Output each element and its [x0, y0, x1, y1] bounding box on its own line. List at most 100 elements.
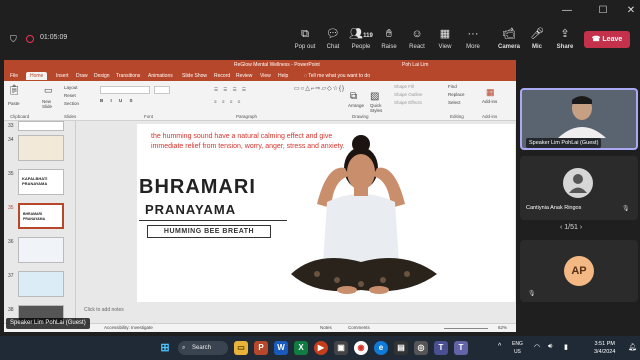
volume-icon[interactable]: 🔊︎ [548, 343, 552, 351]
slide-thumbnail[interactable] [18, 237, 64, 263]
arrange-icon[interactable]: ⧉ [350, 91, 357, 102]
maximize-icon[interactable]: ☐ [596, 4, 610, 18]
select-button[interactable]: Select [448, 100, 461, 105]
tab-help[interactable]: Help [278, 72, 288, 80]
find-button[interactable]: Find [448, 84, 457, 89]
tell-me-search[interactable]: ◌ Tell me what you want to do [304, 72, 370, 80]
store-icon[interactable]: ▤ [394, 341, 408, 355]
chat-icon: 💬︎ [326, 28, 340, 40]
tab-review[interactable]: Review [236, 72, 252, 80]
battery-icon[interactable]: ▮ [564, 343, 568, 351]
view-button[interactable]: ▦ View [430, 26, 460, 56]
close-icon[interactable]: ✕ [624, 4, 638, 18]
edge-icon[interactable]: e [374, 341, 388, 355]
slide-thumbnails-pane: 33 34 35 KAPALBHATI PRANAYAMA 35 BHRAMAR… [4, 121, 76, 323]
teams-meeting-icon[interactable]: T [454, 341, 468, 355]
slide-canvas[interactable]: the humming sound have a natural calming… [137, 124, 515, 302]
shape-outline-button[interactable]: Shape Outline [394, 92, 423, 97]
chat-button[interactable]: 💬︎ Chat [318, 26, 348, 56]
participant-tile-cantiynia[interactable]: Cantiynia Anak Ringos 🎙︎ [520, 156, 638, 220]
mic-button[interactable]: 🎤︎ Mic [522, 26, 552, 56]
paste-button[interactable]: Paste [8, 101, 20, 106]
camera-button[interactable]: 📹︎ Camera [494, 26, 524, 56]
tell-me-text: Tell me what you want to do [308, 73, 370, 79]
tab-view[interactable]: View [260, 72, 271, 80]
tab-draw[interactable]: Draw [76, 72, 88, 80]
slide-thumbnail-selected[interactable]: BHRAMARI PRANAYAMA [18, 203, 64, 229]
section-button[interactable]: Section [64, 101, 79, 106]
excel-taskbar-icon[interactable]: X [294, 341, 308, 355]
arrange-button[interactable]: Arrange [348, 103, 364, 108]
mic-muted-icon: 🎤︎ [530, 28, 544, 40]
slide-thumbnail[interactable] [18, 271, 64, 297]
teams-icon[interactable]: T [434, 341, 448, 355]
replace-button[interactable]: Replace [448, 92, 465, 97]
font-size-input[interactable] [154, 86, 170, 94]
participant-tile-speaker[interactable]: Speaker Lim PohLai (Guest) [520, 88, 638, 150]
tab-transitions[interactable]: Transitions [116, 72, 140, 80]
tab-animations[interactable]: Animations [148, 72, 173, 80]
tray-chevron-icon[interactable]: ^ [498, 343, 501, 350]
notifications-icon[interactable]: 🔔︎ [628, 343, 637, 351]
taskbar-search[interactable]: ⌕ Search [178, 341, 228, 355]
more-icon: ··· [467, 28, 479, 40]
language-indicator[interactable]: ENG US [512, 340, 523, 356]
tab-record[interactable]: Record [214, 72, 230, 80]
paste-icon[interactable]: 📋︎ [8, 85, 21, 96]
zoom-level[interactable]: 62% [498, 325, 507, 330]
new-slide-button[interactable]: New Slide [42, 99, 62, 109]
quick-styles-icon[interactable]: ▨ [370, 91, 379, 102]
camera-app-icon[interactable]: ◎ [414, 341, 428, 355]
taskbar-clock[interactable]: 3:51 PM 3/4/2024 [594, 340, 615, 356]
slide-thumbnail[interactable]: KAPALBHATI PRANAYAMA [18, 169, 64, 195]
wifi-icon[interactable]: ◠ [534, 343, 540, 351]
font-name-input[interactable] [100, 86, 150, 94]
react-icon: ☺ [411, 28, 423, 40]
tab-home[interactable]: Home [26, 72, 48, 80]
notes-button[interactable]: Notes [320, 325, 332, 330]
alignment-controls[interactable]: ≡ ≡ ≡ ≡ [214, 99, 242, 104]
shape-effects-button[interactable]: Shape Effects [394, 100, 422, 105]
quick-styles-button[interactable]: Quick Styles [370, 103, 388, 113]
new-slide-icon[interactable]: ▭ [44, 85, 53, 96]
minimize-icon[interactable]: — [560, 4, 574, 18]
tab-file[interactable]: File [10, 72, 18, 80]
add-ins-icon[interactable]: ▦ [486, 87, 495, 98]
zoom-slider[interactable] [444, 328, 488, 329]
chrome-icon[interactable]: ◉ [354, 341, 368, 355]
pager-next-icon[interactable]: › [578, 224, 582, 231]
reset-button[interactable]: Reset [64, 93, 76, 98]
windows-start-icon[interactable]: ⊞ [158, 341, 172, 355]
shape-fill-button[interactable]: Shape Fill [394, 84, 414, 89]
participant-tile-ap[interactable]: AP 🎙︎ [520, 240, 638, 302]
word-taskbar-icon[interactable]: W [274, 341, 288, 355]
layout-button[interactable]: Layout [64, 85, 78, 90]
view-label: View [438, 44, 452, 50]
slide-thumbnail[interactable] [18, 121, 64, 131]
slide-thumbnail[interactable] [18, 135, 64, 161]
react-label: React [409, 44, 425, 50]
raise-hand-button[interactable]: ✋︎ Raise [374, 26, 404, 56]
react-button[interactable]: ☺ React [402, 26, 432, 56]
share-button[interactable]: ⇪ Share [550, 26, 580, 56]
accessibility-status[interactable]: Accessibility: Investigate [104, 325, 153, 330]
thumb-number: 37 [8, 273, 14, 279]
shapes-gallery[interactable]: ▭○△⌐⇨▱◇☆{} [294, 85, 344, 92]
tab-design[interactable]: Design [94, 72, 110, 80]
more-button[interactable]: ··· More [458, 26, 488, 56]
add-ins-button[interactable]: Add-ins [482, 99, 497, 104]
file-explorer-icon[interactable]: ▭ [234, 341, 248, 355]
photos-app-icon[interactable]: ▣ [334, 341, 348, 355]
tab-slide-show[interactable]: Slide Show [182, 72, 207, 80]
notes-placeholder[interactable]: Click to add notes [84, 307, 124, 313]
media-app-icon[interactable]: ▶ [314, 341, 328, 355]
people-button[interactable]: 👥︎119 People [346, 26, 376, 56]
powerpoint-taskbar-icon[interactable]: P [254, 341, 268, 355]
paragraph-controls[interactable]: ☰ ☰ ☰ ☰ [214, 87, 248, 93]
popout-button[interactable]: ⧉ Pop out [290, 26, 320, 56]
comments-button[interactable]: Comments [348, 325, 370, 330]
leave-button[interactable]: ☎ Leave [584, 31, 630, 48]
font-style-buttons[interactable]: B I U S [100, 98, 136, 103]
speaker-video [558, 96, 606, 138]
tab-insert[interactable]: Insert [56, 72, 69, 80]
